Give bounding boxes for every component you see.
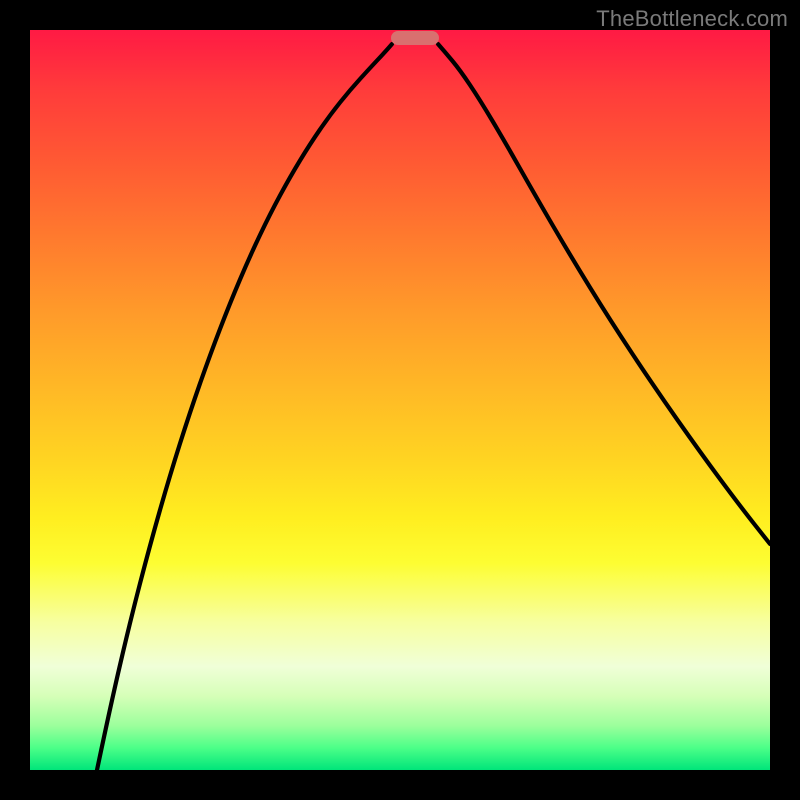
left-curve xyxy=(97,44,392,770)
curves-svg xyxy=(30,30,770,770)
watermark-text: TheBottleneck.com xyxy=(596,6,788,32)
chart-frame: TheBottleneck.com xyxy=(0,0,800,800)
right-curve xyxy=(438,44,770,544)
bottleneck-marker xyxy=(391,31,439,45)
plot-area xyxy=(30,30,770,770)
